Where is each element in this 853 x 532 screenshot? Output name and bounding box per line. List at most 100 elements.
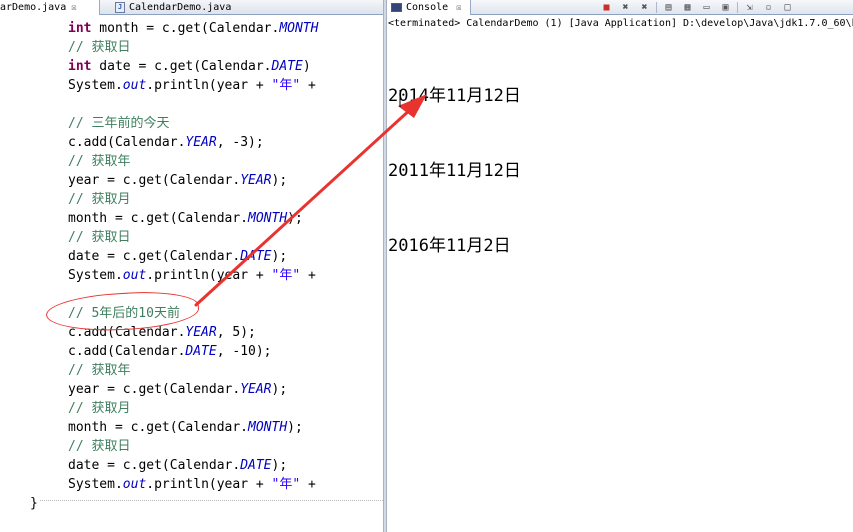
code-text: date = c.get(Calendar. <box>91 59 272 74</box>
code-field: DATE <box>240 458 272 473</box>
code-line[interactable]: month = c.get(Calendar.MONTH); <box>0 209 383 228</box>
code-field: out <box>122 477 147 492</box>
code-text: c.add(Calendar. <box>68 344 186 359</box>
closing-brace: } <box>30 496 38 511</box>
code-text: .println(year + <box>146 78 272 93</box>
code-text: month = c.get(Calendar. <box>91 21 280 36</box>
console-status: <terminated> CalendarDemo (1) [Java Appl… <box>388 18 853 29</box>
code-text: System. <box>68 268 123 283</box>
code-text: date = c.get(Calendar. <box>68 458 241 473</box>
code-comment: // 获取月 <box>68 401 131 416</box>
code-comment: // 获取日 <box>68 439 131 454</box>
clear-console-icon[interactable]: ▦ <box>680 1 695 14</box>
editor-tab-calendardemo[interactable]: J CalendarDemo.java <box>111 0 261 15</box>
code-body[interactable]: int month = c.get(Calendar.MONTH// 获取日 in… <box>0 19 383 513</box>
code-field: MONTH <box>248 420 288 435</box>
code-line[interactable]: System.out.println(year + "年" + <box>0 475 383 494</box>
code-text: year = c.get(Calendar. <box>68 382 241 397</box>
code-line[interactable]: c.add(Calendar.YEAR, 5); <box>0 323 383 342</box>
editor-tab-bar: arDemo.java ☒ J CalendarDemo.java <box>0 0 383 15</box>
code-field: DATE <box>185 344 217 359</box>
code-text: .println(year + <box>146 268 272 283</box>
code-string: "年" <box>271 78 301 93</box>
code-text: ); <box>271 249 288 264</box>
code-line[interactable]: c.add(Calendar.DATE, -10); <box>0 342 383 361</box>
code-text: ) <box>302 59 311 74</box>
code-string: "年" <box>271 268 301 283</box>
code-line[interactable]: System.out.println(year + "年" + <box>0 76 383 95</box>
code-text: month = c.get(Calendar. <box>68 420 249 435</box>
minimize-icon[interactable]: ▫ <box>761 1 776 14</box>
remove-launch-icon[interactable]: ✖ <box>618 1 633 14</box>
display-selected-icon[interactable]: ▣ <box>718 1 733 14</box>
code-line[interactable]: int date = c.get(Calendar.DATE) <box>0 57 383 76</box>
code-editor[interactable]: arDemo.java ☒ J CalendarDemo.java int mo… <box>0 0 383 532</box>
code-line[interactable]: date = c.get(Calendar.DATE); <box>0 247 383 266</box>
code-field: YEAR <box>185 325 217 340</box>
code-line[interactable]: year = c.get(Calendar.YEAR); <box>0 380 383 399</box>
console-tab-label: Console <box>406 2 449 13</box>
code-line[interactable]: year = c.get(Calendar.YEAR); <box>0 171 383 190</box>
code-line[interactable]: // 三年前的今天 <box>0 114 383 133</box>
code-text: , -3); <box>216 135 264 150</box>
code-line[interactable]: date = c.get(Calendar.DATE); <box>0 456 383 475</box>
code-line[interactable]: month = c.get(Calendar.MONTH); <box>0 418 383 437</box>
close-tab-icon[interactable]: ☒ <box>71 3 76 13</box>
code-string: "年" <box>271 477 301 492</box>
code-line[interactable]: // 获取日 <box>0 38 383 57</box>
console-tab-bar: Console ☒ ■ ✖ ✖ ▤ ▦ ▭ ▣ ⇲ ▫ □ <box>387 0 853 15</box>
code-text: year = c.get(Calendar. <box>68 173 241 188</box>
code-field: MONTH <box>279 21 319 36</box>
code-text: ); <box>271 173 288 188</box>
code-line[interactable]: // 获取年 <box>0 361 383 380</box>
code-line[interactable]: System.out.println(year + "年" + <box>0 266 383 285</box>
code-comment: // 获取年 <box>68 154 131 169</box>
code-line[interactable]: // 获取月 <box>0 190 383 209</box>
scroll-lock-icon[interactable]: ▤ <box>661 1 676 14</box>
code-line[interactable]: int month = c.get(Calendar.MONTH <box>0 19 383 38</box>
code-field: DATE <box>240 249 272 264</box>
code-line[interactable]: // 获取年 <box>0 152 383 171</box>
fold-divider <box>40 500 383 501</box>
close-console-icon[interactable]: ☒ <box>456 3 461 13</box>
open-console-icon[interactable]: ⇲ <box>742 1 757 14</box>
console-view: Console ☒ ■ ✖ ✖ ▤ ▦ ▭ ▣ ⇲ ▫ □ <terminate… <box>387 0 853 532</box>
code-comment: // 获取月 <box>68 192 131 207</box>
editor-tab-label: CalendarDemo.java <box>129 2 232 13</box>
code-text: .println(year + <box>146 477 272 492</box>
console-icon <box>391 3 402 12</box>
code-field: YEAR <box>240 382 272 397</box>
code-comment: // 获取年 <box>68 363 131 378</box>
code-text: + <box>300 78 316 93</box>
code-text: ); <box>287 211 303 226</box>
console-tab[interactable]: Console ☒ <box>387 0 471 15</box>
editor-tab-active-label: arDemo.java <box>0 2 67 13</box>
code-comment: // 获取日 <box>68 230 131 245</box>
java-file-icon: J <box>115 2 125 13</box>
pin-console-icon[interactable]: ▭ <box>699 1 714 14</box>
code-text: ); <box>271 458 288 473</box>
code-field: YEAR <box>185 135 217 150</box>
code-keyword: int <box>68 21 92 36</box>
code-comment: // 获取日 <box>68 40 131 55</box>
code-field: DATE <box>271 59 303 74</box>
text-cursor-icon <box>399 90 401 107</box>
stop-icon[interactable]: ■ <box>599 1 614 14</box>
remove-all-icon[interactable]: ✖ <box>637 1 652 14</box>
code-line[interactable]: // 获取月 <box>0 399 383 418</box>
maximize-icon[interactable]: □ <box>780 1 795 14</box>
code-text: date = c.get(Calendar. <box>68 249 241 264</box>
code-line[interactable]: // 获取日 <box>0 437 383 456</box>
code-text: + <box>300 477 316 492</box>
editor-tab-active[interactable]: arDemo.java ☒ <box>0 0 100 15</box>
code-line[interactable]: c.add(Calendar.YEAR, -3); <box>0 133 383 152</box>
code-field: YEAR <box>240 173 272 188</box>
code-field: out <box>122 78 147 93</box>
code-text: month = c.get(Calendar. <box>68 211 249 226</box>
console-output[interactable]: 2014年11月12日 2011年11月12日 2016年11月2日 <box>388 34 521 309</box>
code-line[interactable]: // 获取日 <box>0 228 383 247</box>
code-keyword: int <box>68 59 92 74</box>
code-text: , -10); <box>216 344 272 359</box>
code-comment: // 三年前的今天 <box>68 116 170 131</box>
